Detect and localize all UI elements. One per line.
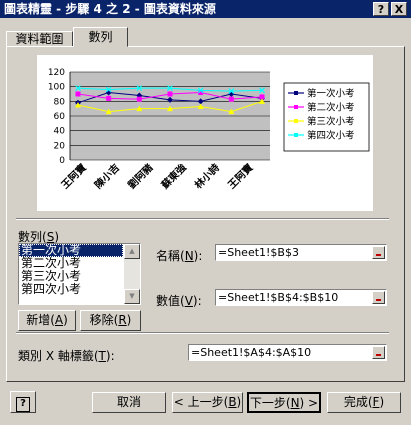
title-bar: 圖表精靈 - 步驟 4 之 2 - 圖表資料來源 ? X: [0, 0, 411, 18]
x-tick-label: 蘇東強: [158, 161, 189, 192]
remove-series-button[interactable]: 移除(R): [80, 310, 141, 331]
add-series-button[interactable]: 新增(A): [18, 310, 76, 331]
legend-marker: [294, 91, 298, 95]
y-tick-label: 100: [48, 83, 65, 93]
data-point: [167, 91, 173, 97]
scrollbar[interactable]: ▲ ▼: [124, 244, 140, 304]
data-point: [228, 96, 234, 102]
legend-marker: [294, 119, 298, 123]
x-tick-label: 林小詩: [192, 161, 222, 191]
legend-label: 第二次小考: [307, 102, 355, 114]
y-tick-label: 120: [48, 68, 65, 78]
values-label: 數值(V):: [156, 294, 202, 308]
y-tick-label: 0: [59, 156, 65, 166]
x-tick-label: 陳小吉: [92, 161, 122, 191]
scroll-down-icon[interactable]: ▼: [124, 289, 140, 304]
scroll-up-icon[interactable]: ▲: [124, 244, 140, 259]
data-point: [106, 95, 112, 101]
window-title: 圖表精靈 - 步驟 4 之 2 - 圖表資料來源: [4, 2, 216, 16]
cancel-button[interactable]: 取消: [92, 392, 166, 413]
name-label: 名稱(N):: [156, 249, 203, 263]
range-picker-icon[interactable]: [372, 291, 385, 304]
legend-marker: [294, 105, 298, 109]
legend-label: 第三次小考: [307, 116, 355, 128]
tab-data-range[interactable]: 資料範圍: [6, 31, 73, 47]
data-point: [75, 91, 81, 97]
x-tick-label: 王阿寶: [225, 161, 255, 191]
range-picker-icon[interactable]: [372, 346, 385, 359]
legend-marker: [294, 133, 298, 137]
help-icon: ?: [16, 397, 30, 412]
y-tick-label: 60: [54, 112, 66, 122]
close-icon[interactable]: X: [391, 2, 407, 16]
y-tick-label: 80: [54, 97, 66, 107]
back-button[interactable]: < 上一步(B): [172, 392, 243, 413]
y-tick-label: 20: [54, 141, 66, 151]
legend-label: 第一次小考: [307, 88, 355, 100]
values-field[interactable]: =Sheet1!$B$4:$B$10: [215, 289, 387, 306]
category-field[interactable]: =Sheet1!$A$4:$A$10: [188, 344, 387, 361]
separator: [16, 332, 389, 334]
series-listbox[interactable]: 第一次小考 第二次小考 第三次小考 第四次小考 ▲ ▼: [18, 243, 141, 305]
help-question-icon[interactable]: ?: [373, 2, 389, 16]
legend-label: 第四次小考: [307, 130, 355, 142]
list-item[interactable]: 第四次小考: [19, 283, 123, 296]
finish-button[interactable]: 完成(F): [327, 392, 401, 413]
chart-preview: 120 100 80 60 40 20 0 王阿寶 陳小吉 劉阿豬 蘇東強 林小詩 王阿寶 第一次小考 第二…: [37, 55, 373, 211]
separator: [16, 218, 389, 220]
y-tick-label: 40: [54, 127, 66, 137]
tab-series[interactable]: 數列: [73, 27, 128, 47]
chart-svg: 120100806040200王阿寶 陳小吉 劉阿豬 蘇東強 林小詩 王阿寶第一次小考第二…: [48, 68, 370, 192]
category-label: 類別 X 軸標籤(T):: [18, 349, 115, 363]
next-button[interactable]: 下一步(N) >: [247, 392, 321, 413]
name-field[interactable]: =Sheet1!$B$3: [215, 244, 387, 261]
x-tick-label: 劉阿豬: [125, 161, 155, 191]
range-picker-icon[interactable]: [372, 246, 385, 259]
data-point: [136, 96, 142, 102]
help-button[interactable]: ?: [10, 391, 36, 413]
